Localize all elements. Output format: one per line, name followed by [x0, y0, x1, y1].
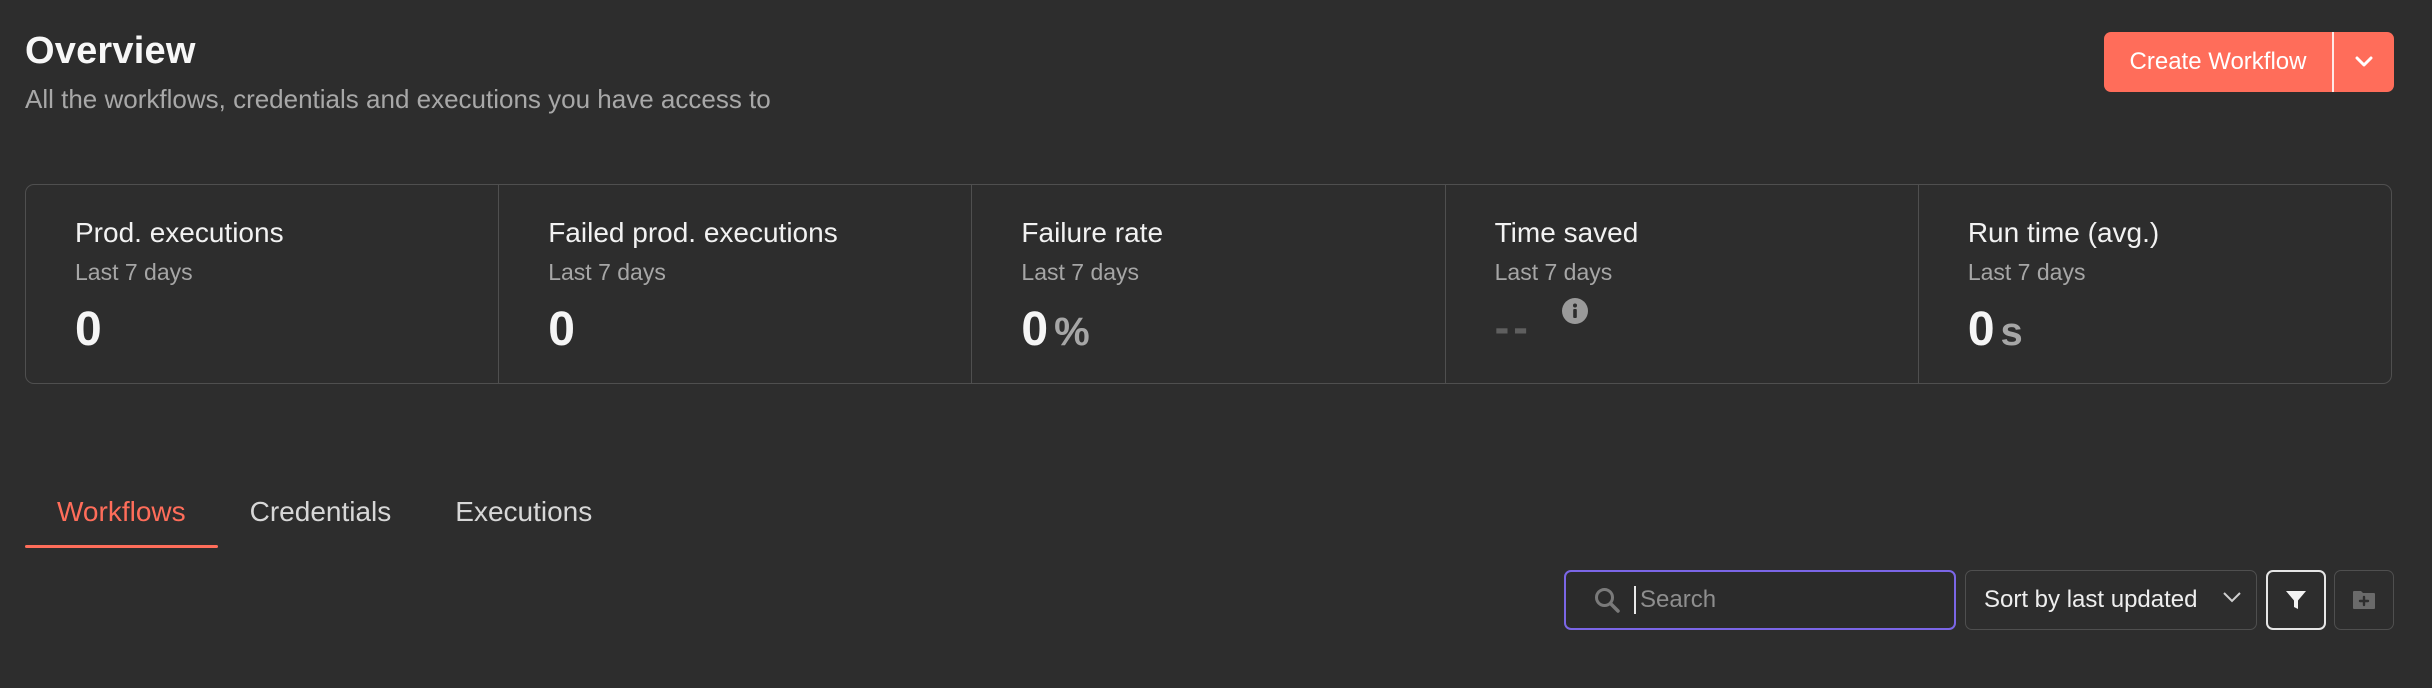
stat-period: Last 7 days	[1021, 259, 1140, 285]
stat-value-empty: --	[1494, 303, 1532, 352]
stat-period: Last 7 days	[1967, 259, 2086, 285]
stat-failed-prod-executions[interactable]: Failed prod. executions Last 7 days 0	[499, 185, 973, 383]
overview-tabs: Workflows Credentials Executions	[25, 482, 624, 548]
stat-label: Failure rate	[1021, 217, 1164, 248]
stats-panel: Prod. executions Last 7 days 0 Failed pr…	[25, 184, 2392, 384]
stat-period: Last 7 days	[1494, 259, 1613, 285]
create-workflow-dropdown-button[interactable]	[2334, 32, 2394, 92]
filter-icon	[2286, 591, 2306, 609]
stat-failure-rate[interactable]: Failure rate Last 7 days 0 %	[972, 185, 1446, 383]
create-workflow-button[interactable]: Create Workflow	[2104, 32, 2332, 92]
split-divider	[2332, 32, 2334, 92]
search-input[interactable]	[1634, 586, 1954, 614]
page-title: Overview	[25, 30, 196, 72]
search-icon	[1566, 586, 1634, 614]
stat-value: 0	[75, 303, 102, 356]
stat-label: Failed prod. executions	[548, 217, 838, 248]
stat-label: Time saved	[1494, 217, 1639, 248]
stat-unit: %	[1054, 310, 1090, 354]
stat-period: Last 7 days	[548, 259, 666, 285]
tab-credentials[interactable]: Credentials	[218, 482, 424, 546]
stat-unit: s	[2000, 310, 2023, 354]
tab-workflows[interactable]: Workflows	[25, 482, 218, 548]
search-box	[1564, 570, 1956, 630]
chevron-down-icon	[2355, 56, 2373, 67]
stat-value: 0	[1967, 303, 1995, 356]
create-workflow-split-button: Create Workflow	[2104, 32, 2394, 92]
stat-label: Run time (avg.)	[1967, 217, 2160, 248]
filter-button[interactable]	[2266, 570, 2326, 630]
stat-value: 0	[548, 303, 575, 356]
add-folder-button	[2334, 570, 2394, 630]
chevron-down-icon	[2223, 592, 2241, 603]
stat-period: Last 7 days	[75, 259, 193, 285]
add-folder-icon	[2353, 591, 2375, 609]
overview-page: Overview All the workflows, credentials …	[0, 0, 2432, 688]
info-icon[interactable]	[1561, 298, 1588, 324]
tab-executions[interactable]: Executions	[423, 482, 624, 546]
stat-time-saved[interactable]: Time saved Last 7 days --	[1446, 185, 1919, 383]
stat-value: 0	[1021, 303, 1049, 356]
page-subtitle: All the workflows, credentials and execu…	[25, 84, 771, 114]
sort-select-value: Sort by last updated	[1984, 586, 2198, 613]
sort-select[interactable]: Sort by last updated	[1965, 570, 2257, 630]
stat-prod-executions[interactable]: Prod. executions Last 7 days 0	[26, 185, 500, 383]
stat-run-time-avg[interactable]: Run time (avg.) Last 7 days 0 s	[1919, 185, 2391, 383]
stat-label: Prod. executions	[75, 217, 284, 248]
